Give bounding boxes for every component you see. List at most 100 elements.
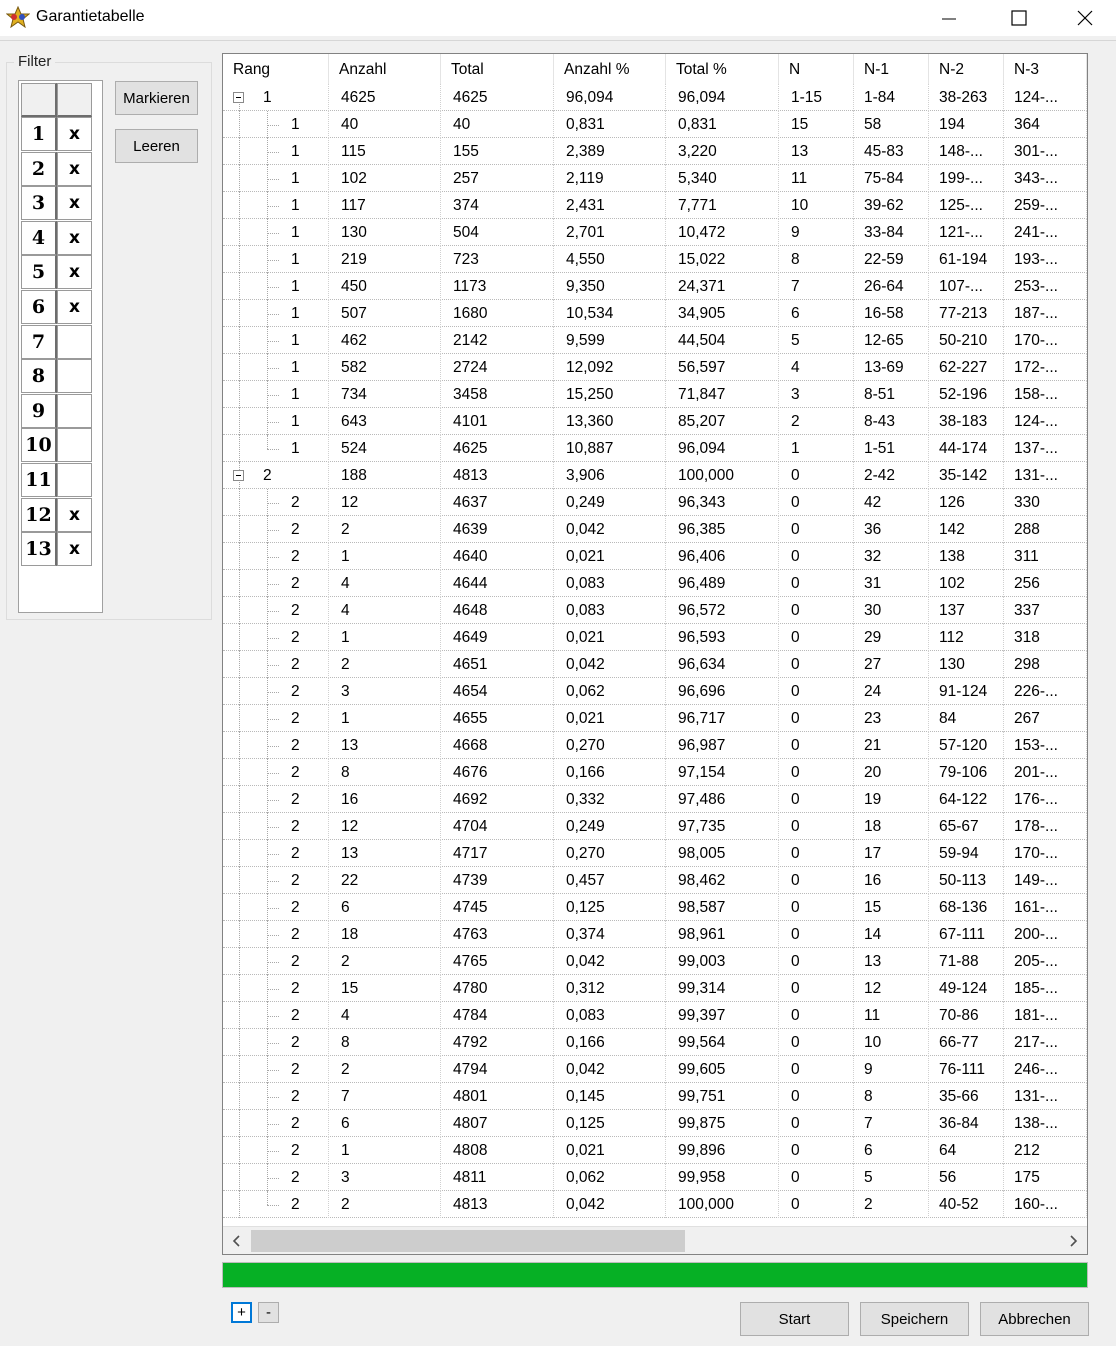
filter-mark[interactable]: x [57,186,92,221]
filter-row[interactable]: 3x [21,186,92,221]
column-header[interactable]: N-3 [1004,54,1087,84]
filter-number[interactable]: 9 [21,393,57,428]
column-header[interactable]: Anzahl % [554,54,666,84]
filter-mark[interactable] [57,428,92,463]
collapse-icon[interactable] [233,470,244,481]
scrollbar-thumb[interactable] [251,1230,685,1252]
filter-number[interactable]: 1 [21,117,57,151]
filter-mark[interactable] [57,324,92,359]
table-row[interactable]: 2 2 4651 0,042 96,634 0 27 130 298 [223,651,1087,678]
table-row[interactable]: 2 2 4813 0,042 100,000 0 2 40-52 160-... [223,1191,1087,1218]
table-row[interactable]: 1 734 3458 15,250 71,847 3 8-51 52-196 158-... [223,381,1087,408]
filter-number-list[interactable]: 1 x 2 x 3 x 4 x 5 x 6 x 7 8 9 10 11 12 x 13 x [18,80,103,613]
scroll-left-icon[interactable] [227,1231,247,1251]
table-row[interactable]: 1 130 504 2,701 10,472 9 33-84 121-... 241-... [223,219,1087,246]
column-header[interactable]: N-2 [929,54,1004,84]
table-row[interactable]: 2 8 4792 0,166 99,564 0 10 66-77 217-... [223,1029,1087,1056]
filter-mark[interactable]: x [57,255,92,290]
filter-row[interactable]: 9 [21,393,92,428]
collapse-icon[interactable] [233,92,244,103]
table-row[interactable]: 1 40 40 0,831 0,831 15 58 194 364 [223,111,1087,138]
table-row[interactable]: 2 6 4807 0,125 99,875 0 7 36-84 138-... [223,1110,1087,1137]
table-row[interactable]: 1 115 155 2,389 3,220 13 45-83 148-... 301-... [223,138,1087,165]
column-header[interactable]: Anzahl [329,54,441,84]
table-row[interactable]: 1 507 1680 10,534 34,905 6 16-58 77-213 187-... [223,300,1087,327]
filter-row[interactable]: 1x [21,117,92,151]
filter-number[interactable]: 5 [21,255,57,290]
filter-row[interactable]: 12 x [21,497,92,532]
table-row[interactable]: 2 13 4717 0,270 98,005 0 17 59-94 170-... [223,840,1087,867]
filter-number[interactable]: 7 [21,324,57,359]
mark-button[interactable]: Markieren [115,81,198,115]
table-row[interactable]: 2 12 4637 0,249 96,343 0 42 126 330 [223,489,1087,516]
filter-row[interactable]: 6x [21,290,92,324]
table-row[interactable]: 2 12 4704 0,249 97,735 0 18 65-67 178-... [223,813,1087,840]
filter-mark[interactable]: x [57,151,92,186]
filter-row[interactable]: 2x [21,151,92,186]
filter-number[interactable]: 11 [21,463,57,497]
maximize-button[interactable] [984,0,1054,36]
table-row[interactable]: 1 219 723 4,550 15,022 8 22-59 61-194 193-... [223,246,1087,273]
group-row[interactable]: 2 188 4813 3,906 100,000 0 2-42 35-142 131-... [223,462,1087,489]
table-row[interactable]: 2 1 4640 0,021 96,406 0 32 138 311 [223,543,1087,570]
filter-mark[interactable]: x [57,117,92,151]
filter-row[interactable]: 13 x [21,532,92,567]
group-row[interactable]: 1 4625 4625 96,094 96,094 1-15 1-84 38-263 124-.… [223,84,1087,111]
filter-mark[interactable] [57,359,92,394]
scroll-right-icon[interactable] [1063,1231,1083,1251]
filter-mark[interactable]: x [57,290,92,324]
filter-number[interactable]: 13 [21,532,57,567]
filter-mark[interactable]: x [57,220,92,255]
filter-row[interactable]: 8 [21,359,92,394]
filter-row[interactable]: 7 [21,324,92,359]
table-row[interactable]: 2 7 4801 0,145 99,751 0 8 35-66 131-... [223,1083,1087,1110]
filter-number[interactable]: 12 [21,497,57,532]
table-row[interactable]: 1 117 374 2,431 7,771 10 39-62 125-... 259-... [223,192,1087,219]
filter-number[interactable]: 6 [21,290,57,324]
save-button[interactable]: Speichern [860,1302,969,1336]
start-button[interactable]: Start [740,1302,849,1336]
column-header[interactable]: Total % [666,54,779,84]
column-header[interactable]: Total [441,54,554,84]
table-row[interactable]: 2 3 4654 0,062 96,696 0 24 91-124 226-... [223,678,1087,705]
column-header[interactable]: Rang [223,54,329,84]
horizontal-scrollbar[interactable] [223,1226,1087,1254]
table-row[interactable]: 2 16 4692 0,332 97,486 0 19 64-122 176-... [223,786,1087,813]
filter-row[interactable]: 5x [21,255,92,290]
table-row[interactable]: 1 462 2142 9,599 44,504 5 12-65 50-210 170-... [223,327,1087,354]
table-row[interactable]: 1 643 4101 13,360 85,207 2 8-43 38-183 124-... [223,408,1087,435]
table-row[interactable]: 2 1 4808 0,021 99,896 0 6 64 212 [223,1137,1087,1164]
filter-row[interactable]: 10 [21,428,92,463]
column-header[interactable]: N [779,54,854,84]
table-row[interactable]: 2 2 4765 0,042 99,003 0 13 71-88 205-... [223,948,1087,975]
filter-row[interactable]: 4x [21,220,92,255]
table-row[interactable]: 2 4 4644 0,083 96,489 0 31 102 256 [223,570,1087,597]
table-row[interactable]: 2 2 4794 0,042 99,605 0 9 76-111 246-... [223,1056,1087,1083]
table-row[interactable]: 2 18 4763 0,374 98,961 0 14 67-111 200-... [223,921,1087,948]
guarantee-table[interactable]: Rang Anzahl Total Anzahl % Total % N N-1 N-2 N-3… [222,53,1088,1255]
filter-number[interactable]: 10 [21,428,57,463]
table-row[interactable]: 2 4 4648 0,083 96,572 0 30 137 337 [223,597,1087,624]
table-row[interactable]: 2 4 4784 0,083 99,397 0 11 70-86 181-... [223,1002,1087,1029]
collapse-all-button[interactable]: - [258,1302,279,1323]
table-row[interactable]: 2 1 4655 0,021 96,717 0 23 84 267 [223,705,1087,732]
minimize-button[interactable] [914,0,984,36]
table-row[interactable]: 1 582 2724 12,092 56,597 4 13-69 62-227 172-... [223,354,1087,381]
table-row[interactable]: 2 1 4649 0,021 96,593 0 29 112 318 [223,624,1087,651]
filter-mark[interactable]: x [57,532,92,567]
table-row[interactable]: 2 3 4811 0,062 99,958 0 5 56 175 [223,1164,1087,1191]
filter-mark[interactable] [57,393,92,428]
filter-mark[interactable] [57,463,92,497]
table-row[interactable]: 1 102 257 2,119 5,340 11 75-84 199-... 343-... [223,165,1087,192]
table-row[interactable]: 2 13 4668 0,270 96,987 0 21 57-120 153-... [223,732,1087,759]
clear-button[interactable]: Leeren [115,129,198,163]
filter-number[interactable]: 8 [21,359,57,394]
table-row[interactable]: 2 8 4676 0,166 97,154 0 20 79-106 201-... [223,759,1087,786]
table-row[interactable]: 1 524 4625 10,887 96,094 1 1-51 44-174 137-... [223,435,1087,462]
filter-number[interactable]: 3 [21,186,57,221]
filter-number[interactable]: 2 [21,151,57,186]
table-row[interactable]: 2 2 4639 0,042 96,385 0 36 142 288 [223,516,1087,543]
filter-number[interactable]: 4 [21,220,57,255]
close-button[interactable] [1054,0,1116,36]
filter-mark[interactable]: x [57,497,92,532]
